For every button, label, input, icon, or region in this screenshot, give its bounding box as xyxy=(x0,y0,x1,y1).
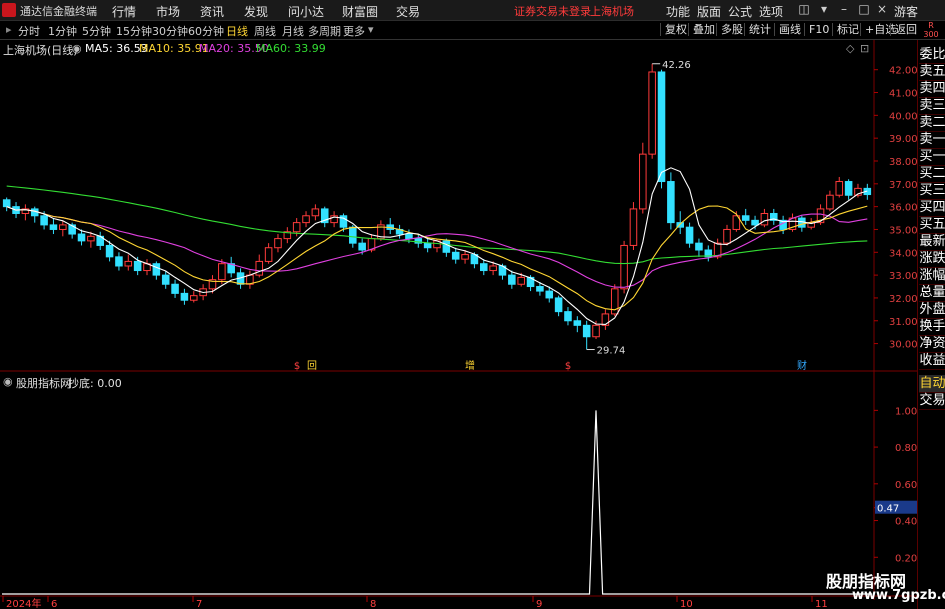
candle-body[interactable] xyxy=(152,263,161,276)
candle-body[interactable] xyxy=(751,219,759,226)
y-tick-label: 36.00 xyxy=(889,203,918,214)
y-tick-label: 39.00 xyxy=(889,134,918,145)
sub-y-tick-label: 1.00 xyxy=(895,406,917,417)
candle-body[interactable] xyxy=(49,224,58,230)
candle-body[interactable] xyxy=(723,228,731,244)
candle-body[interactable] xyxy=(592,324,600,338)
candle-body[interactable] xyxy=(573,320,582,326)
sub-current-value: 0.47 xyxy=(877,504,899,515)
x-tick-label: 8 xyxy=(370,599,376,609)
candle-body[interactable] xyxy=(648,71,656,155)
candle-body[interactable] xyxy=(461,254,469,260)
candle-body[interactable] xyxy=(760,212,769,226)
candle-body[interactable] xyxy=(582,324,591,338)
candle-body[interactable] xyxy=(442,240,451,253)
candle-body[interactable] xyxy=(87,235,95,242)
candle-body[interactable] xyxy=(171,283,179,294)
event-marker[interactable]: 回 xyxy=(307,360,317,372)
sub-y-tick-label: 0.60 xyxy=(895,480,917,491)
candle-body[interactable] xyxy=(292,222,301,233)
candle-body[interactable] xyxy=(2,199,11,208)
watermark-url: www.7gpzb.com xyxy=(852,588,945,603)
candle-body[interactable] xyxy=(358,242,366,251)
low-price-label: 29.74 xyxy=(597,346,626,357)
candle-body[interactable] xyxy=(517,276,525,285)
sub-y-tick-label: 0.20 xyxy=(895,553,917,564)
candle-body[interactable] xyxy=(264,247,273,262)
event-marker[interactable]: $ xyxy=(294,361,300,372)
y-tick-label: 42.00 xyxy=(889,66,918,77)
candle-body[interactable] xyxy=(451,251,460,260)
bottom-signal-line xyxy=(2,410,872,595)
candle-body[interactable] xyxy=(826,194,834,210)
candle-body[interactable] xyxy=(685,226,694,244)
x-tick-label: 10 xyxy=(680,599,693,609)
candle-body[interactable] xyxy=(695,242,703,251)
candle-body[interactable] xyxy=(480,263,488,272)
y-tick-label: 34.00 xyxy=(889,248,918,259)
candle-body[interactable] xyxy=(190,295,198,301)
y-tick-label: 41.00 xyxy=(889,89,918,100)
candle-body[interactable] xyxy=(105,244,114,258)
candle-body[interactable] xyxy=(115,256,123,267)
candle-body[interactable] xyxy=(835,181,844,196)
candle-body[interactable] xyxy=(629,208,638,246)
x-tick-label: 2024年 xyxy=(6,597,41,609)
x-tick-label: 11 xyxy=(815,599,828,609)
candle-body[interactable] xyxy=(349,226,357,244)
candle-body[interactable] xyxy=(274,238,282,249)
candle-body[interactable] xyxy=(657,71,666,183)
candle-body[interactable] xyxy=(255,260,264,276)
candle-body[interactable] xyxy=(545,290,554,299)
x-tick-label: 9 xyxy=(536,599,542,609)
candle-body[interactable] xyxy=(59,224,67,230)
candle-body[interactable] xyxy=(620,244,628,290)
event-marker[interactable]: 增 xyxy=(465,359,475,372)
event-marker[interactable]: 财 xyxy=(797,359,807,372)
candle-body[interactable] xyxy=(133,260,142,272)
candle-body[interactable] xyxy=(161,274,170,285)
y-tick-label: 38.00 xyxy=(889,157,918,168)
candle-body[interactable] xyxy=(536,286,544,292)
sub-y-tick-label: 0.80 xyxy=(895,443,917,454)
y-tick-label: 30.00 xyxy=(889,340,918,351)
y-tick-label: 40.00 xyxy=(889,111,918,122)
candle-body[interactable] xyxy=(40,215,48,226)
sub-y-tick-label: 0.40 xyxy=(895,517,917,528)
candle-body[interactable] xyxy=(741,215,750,221)
high-price-label: 42.26 xyxy=(662,60,691,71)
candle-body[interactable] xyxy=(489,265,497,272)
candle-body[interactable] xyxy=(218,263,226,281)
candle-body[interactable] xyxy=(302,215,310,224)
candle-body[interactable] xyxy=(667,181,675,224)
x-tick-label: 7 xyxy=(196,599,202,609)
candle-body[interactable] xyxy=(564,311,572,322)
y-tick-label: 32.00 xyxy=(889,294,918,305)
candle-body[interactable] xyxy=(77,233,86,242)
candle-body[interactable] xyxy=(554,297,563,313)
candle-body[interactable] xyxy=(639,153,647,210)
candle-body[interactable] xyxy=(601,313,610,326)
event-marker[interactable]: $ xyxy=(565,361,571,372)
y-tick-label: 31.00 xyxy=(889,317,918,328)
candle-body[interactable] xyxy=(180,292,189,301)
candle-body[interactable] xyxy=(508,274,516,285)
x-tick-label: 6 xyxy=(51,599,57,609)
candle-body[interactable] xyxy=(844,181,853,196)
y-tick-label: 37.00 xyxy=(889,180,918,191)
candle-body[interactable] xyxy=(311,208,320,217)
candle-body[interactable] xyxy=(423,242,432,249)
y-tick-label: 33.00 xyxy=(889,271,918,282)
candle-body[interactable] xyxy=(124,260,133,267)
kline-chart[interactable]: 42.00 41.00 40.00 39.00 38.00 37.00 36.00 35.00… xyxy=(0,0,945,609)
candle-body[interactable] xyxy=(405,233,413,240)
y-tick-label: 35.00 xyxy=(889,225,918,236)
